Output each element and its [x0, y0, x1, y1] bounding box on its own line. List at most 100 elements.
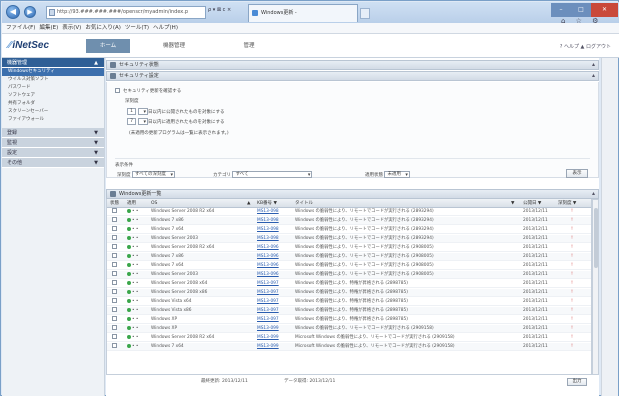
days-stepper[interactable] [138, 108, 148, 115]
browser-tab[interactable]: Windows更新 - [248, 4, 358, 22]
menu-item[interactable]: ファイル(F) [6, 25, 35, 31]
menu-item[interactable]: ヘルプ(H) [153, 25, 178, 31]
tab-admin[interactable]: 管理 [234, 39, 264, 53]
row-checkbox[interactable] [112, 235, 120, 243]
sidebar-section-monitor[interactable]: 監視 ▼ [2, 138, 104, 148]
col-title[interactable]: タイトル [295, 199, 335, 208]
table-row[interactable]: • • Windows 7 x86 MS13-098 Windows の脆弱性により、… [107, 217, 591, 225]
row-checkbox[interactable] [112, 289, 120, 297]
close-window-button[interactable]: ✕ [591, 3, 618, 17]
col-os[interactable]: OS [151, 199, 171, 208]
row-checkbox[interactable] [112, 244, 120, 252]
row-checkbox[interactable] [112, 316, 120, 324]
table-row[interactable]: • • Windows Server 2008 R2 x64 MS13-098 Win… [107, 208, 591, 216]
sidebar-section-settings[interactable]: 設定 ▼ [2, 148, 104, 158]
sidebar-item-password[interactable]: パスワード [2, 84, 104, 92]
table-row[interactable]: • • Windows 7 x64 MS13-098 Windows の脆弱性により、… [107, 226, 591, 234]
show-button[interactable]: 表示 [566, 169, 588, 178]
checkbox[interactable] [115, 88, 120, 93]
table-row[interactable]: • • Windows Server 2003 MS13-098 Windows の脆… [107, 235, 591, 243]
scrollbar-thumb[interactable] [594, 208, 598, 268]
row-kb-link[interactable]: MS13-098 [257, 208, 291, 216]
sidebar-section-register[interactable]: 登録 ▼ [2, 128, 104, 138]
row-checkbox[interactable] [112, 298, 120, 306]
row-kb-link[interactable]: MS13-096 [257, 262, 291, 270]
row-kb-link[interactable]: MS13-097 [257, 307, 291, 315]
table-row[interactable]: • • Windows XP MS13-099 Windows の脆弱性により、リモー… [107, 325, 591, 333]
row-kb-link[interactable]: MS13-096 [257, 253, 291, 261]
row-checkbox[interactable] [112, 280, 120, 288]
tab-home[interactable]: ホーム [86, 39, 130, 53]
setting-check-updates[interactable]: セキュリティ更新を確認する [115, 88, 181, 94]
forward-icon[interactable]: ▶ [24, 6, 36, 18]
table-row[interactable]: • • Windows Server 2008 x86 MS13-097 Window… [107, 289, 591, 297]
filter-severity-select[interactable]: すべての深刻度 [131, 171, 175, 178]
filter-category[interactable]: カテゴリ すべて [213, 171, 313, 178]
col-title-sort-icon[interactable]: ▼ [511, 199, 517, 208]
col-date[interactable]: 公開日 ▼ [523, 199, 553, 208]
panel-header-status[interactable]: セキュリティ状態 ▴ [106, 60, 599, 70]
filter-applied-select[interactable]: 未適用 [384, 171, 410, 178]
row-checkbox[interactable] [112, 334, 120, 342]
sidebar-item-software[interactable]: ソフトウェア [2, 92, 104, 100]
header-help-logout[interactable]: ? ヘルプ ▲ ログアウト [560, 43, 611, 50]
col-os-sort-icon[interactable]: ▲ [247, 199, 253, 208]
sidebar-item-windows-security[interactable]: Windowsセキュリティ [2, 68, 104, 76]
row-checkbox[interactable] [112, 217, 120, 225]
panel-header-settings[interactable]: セキュリティ設定 ▴ [106, 71, 599, 81]
maximize-button[interactable]: □ [571, 3, 591, 17]
row-kb-link[interactable]: MS13-098 [257, 226, 291, 234]
days-published-input[interactable]: 1 [127, 108, 136, 115]
table-row[interactable]: • • Windows 7 x86 MS13-096 Windows の脆弱性により、… [107, 253, 591, 261]
menu-item[interactable]: 編集(E) [39, 25, 58, 31]
table-row[interactable]: • • Windows Vista x64 MS13-097 Windows の脆弱性… [107, 298, 591, 306]
col-severity[interactable]: 深刻度 ▼ [558, 199, 590, 208]
row-kb-link[interactable]: MS13-097 [257, 316, 291, 324]
sidebar-item-screensaver[interactable]: スクリーンセーバー [2, 108, 104, 116]
panel-toggle-icon[interactable]: ▴ [592, 72, 595, 80]
table-row[interactable]: • • Windows 7 x64 MS13-096 Windows の脆弱性により、… [107, 262, 591, 270]
menu-item[interactable]: 表示(V) [62, 25, 81, 31]
row-checkbox[interactable] [112, 208, 120, 216]
address-bar[interactable]: http://93.###.###.###/openscr/myadmin/in… [46, 6, 206, 19]
table-scrollbar[interactable] [592, 199, 599, 375]
days-stepper[interactable] [138, 118, 148, 125]
address-tools[interactable]: ρ ▾ ⊠ c × [208, 7, 231, 13]
row-checkbox[interactable] [112, 271, 120, 279]
filter-category-select[interactable]: すべて [232, 171, 313, 178]
row-kb-link[interactable]: MS13-096 [257, 271, 291, 279]
sidebar-section-device[interactable]: 機器管理 ▲ [2, 58, 104, 68]
export-button[interactable]: 出力 [567, 378, 587, 386]
row-checkbox[interactable] [112, 226, 120, 234]
new-tab-button[interactable] [360, 8, 370, 19]
back-icon[interactable]: ◀ [6, 5, 20, 19]
col-kb[interactable]: KB番号 ▼ [257, 199, 289, 208]
table-row[interactable]: • • Windows Server 2008 R2 x64 MS13-096 Win… [107, 244, 591, 252]
sidebar-section-other[interactable]: その他 ▼ [2, 158, 104, 168]
table-row[interactable]: • • Windows Server 2008 R2 x64 MS13-099 Mic… [107, 334, 591, 342]
panel-toggle-icon[interactable]: ▴ [592, 61, 595, 69]
table-row[interactable]: • • Windows Server 2008 x64 MS13-097 Window… [107, 280, 591, 288]
filter-applied[interactable]: 適用状態 未適用 [365, 171, 410, 178]
panel-toggle-icon[interactable]: ▴ [592, 190, 595, 198]
row-checkbox[interactable] [112, 343, 120, 351]
row-kb-link[interactable]: MS13-098 [257, 235, 291, 243]
row-kb-link[interactable]: MS13-096 [257, 244, 291, 252]
row-kb-link[interactable]: MS13-099 [257, 343, 291, 351]
menu-item[interactable]: ツール(T) [125, 25, 149, 31]
row-checkbox[interactable] [112, 253, 120, 261]
row-kb-link[interactable]: MS13-097 [257, 298, 291, 306]
row-checkbox[interactable] [112, 307, 120, 315]
days-applied-input[interactable]: 7 [127, 118, 136, 125]
table-row[interactable]: • • Windows Server 2003 MS13-096 Windows の脆… [107, 271, 591, 279]
table-row[interactable]: • • Windows XP MS13-097 Windows の脆弱性により、特権が… [107, 316, 591, 324]
row-kb-link[interactable]: MS13-098 [257, 217, 291, 225]
setting-row-published[interactable]: 1 日以内に公開されたものを対象にする [127, 108, 225, 115]
sidebar-item-antivirus[interactable]: ウイルス対策ソフト [2, 76, 104, 84]
table-row[interactable]: • • Windows Vista x86 MS13-097 Windows の脆弱性… [107, 307, 591, 315]
filter-severity[interactable]: 深刻度 すべての深刻度 [117, 171, 175, 178]
minimize-button[interactable]: – [551, 3, 571, 17]
page-scrollbar[interactable] [601, 58, 618, 396]
col-applied[interactable]: 適用 [127, 199, 141, 208]
row-kb-link[interactable]: MS13-099 [257, 325, 291, 333]
